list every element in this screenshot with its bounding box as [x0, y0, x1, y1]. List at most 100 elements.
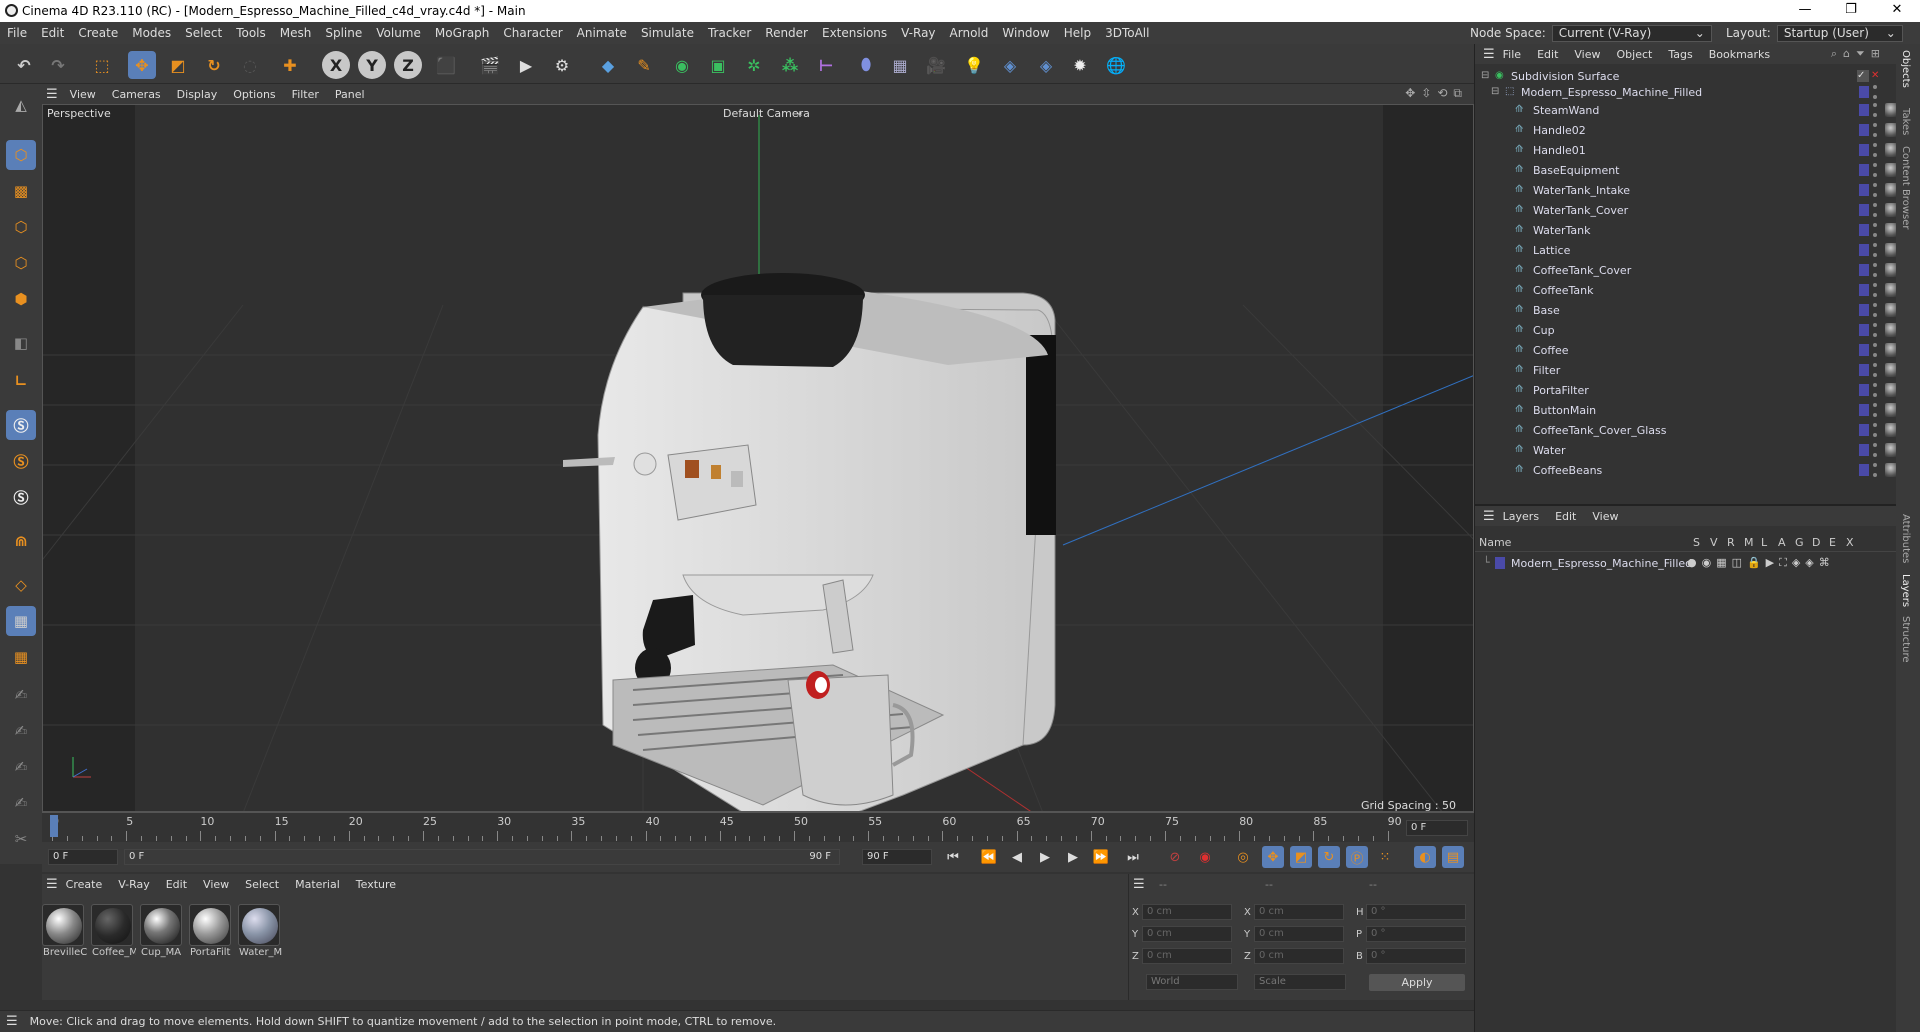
material-tag-icon[interactable]	[1885, 363, 1896, 377]
material-tag-icon[interactable]	[1885, 323, 1896, 337]
size-x-field[interactable]: 0 cm	[1254, 904, 1344, 920]
record-icon[interactable]: ⊘	[1164, 846, 1186, 868]
node-space-select[interactable]: Current (V-Ray) ⌄	[1551, 24, 1712, 42]
range-slider[interactable]: 0 F 90 F	[124, 849, 840, 865]
undo-icon[interactable]: ↶	[10, 51, 38, 79]
hamburger-menu-icon[interactable]: ☰	[1133, 877, 1145, 892]
polygon-mode-icon[interactable]: ⬢	[6, 284, 36, 314]
material-tag-icon[interactable]	[1885, 263, 1896, 277]
visibility-dots[interactable]	[1873, 463, 1877, 477]
material-menu-edit[interactable]: Edit	[158, 878, 195, 891]
material-swatch[interactable]	[140, 904, 182, 946]
x-axis-icon[interactable]: X	[322, 51, 350, 79]
material-tag-icon[interactable]	[1885, 123, 1896, 137]
rotation-p-field[interactable]: 0 °	[1366, 926, 1466, 942]
object-menu-edit[interactable]: Edit	[1529, 48, 1566, 61]
layer-color-swatch[interactable]	[1859, 204, 1869, 216]
autokey-icon[interactable]: ◉	[1194, 846, 1216, 868]
knife-icon[interactable]: ✂	[6, 824, 36, 854]
visibility-dots[interactable]	[1873, 103, 1877, 117]
menu-animate[interactable]: Animate	[570, 26, 634, 40]
menu-simulate[interactable]: Simulate	[634, 26, 701, 40]
cube-icon[interactable]: ◆	[594, 51, 622, 79]
position-y-field[interactable]: 0 cm	[1142, 926, 1232, 942]
object-row[interactable]: ⟰CoffeeTank_Cover⁘	[1475, 260, 1896, 280]
axis-mode-icon[interactable]: ∟	[6, 366, 36, 396]
next-frame-icon[interactable]: ▶	[1062, 846, 1084, 868]
layer-color-swatch[interactable]	[1859, 124, 1869, 136]
snap-icon[interactable]: Ⓢ	[6, 410, 36, 440]
visibility-dots[interactable]	[1873, 143, 1877, 157]
uv-mode-icon[interactable]: ◧	[6, 328, 36, 358]
object-row[interactable]: ⟰Handle01⁘	[1475, 140, 1896, 160]
go-to-start-icon[interactable]: ⏮	[942, 846, 964, 868]
coordinate-system-icon[interactable]: ⬛	[432, 51, 460, 79]
python-script-icon[interactable]: ◈	[1032, 51, 1060, 79]
object-row[interactable]: ⟰PortaFilter⁘	[1475, 380, 1896, 400]
material-menu-vray[interactable]: V-Ray	[110, 878, 158, 891]
object-row[interactable]: ⟰Filter⁘	[1475, 360, 1896, 380]
visibility-dots[interactable]	[1873, 303, 1877, 317]
layer-color-swatch[interactable]	[1859, 364, 1869, 376]
vray-globe-icon[interactable]: 🌐	[1102, 51, 1130, 79]
material-menu-texture[interactable]: Texture	[348, 878, 404, 891]
apply-button[interactable]: Apply	[1369, 974, 1465, 991]
material-menu-material[interactable]: Material	[287, 878, 348, 891]
collapse-icon[interactable]: ⊟	[1481, 70, 1493, 82]
visibility-dots[interactable]	[1873, 323, 1877, 337]
material-tag-icon[interactable]	[1885, 223, 1896, 237]
object-row[interactable]: ⟰SteamWand⁘	[1475, 100, 1896, 120]
material-swatch[interactable]	[189, 904, 231, 946]
menu-edit[interactable]: Edit	[34, 26, 71, 40]
collapse-icon[interactable]: ⊟	[1491, 86, 1503, 98]
extrude-icon[interactable]: ▣	[704, 51, 732, 79]
viewport-menu-options[interactable]: Options	[225, 88, 283, 101]
material-tag-icon[interactable]	[1885, 143, 1896, 157]
object-menu-file[interactable]: File	[1495, 48, 1529, 61]
pen-icon[interactable]: ✎	[630, 51, 658, 79]
field-icon[interactable]: ⬮	[852, 51, 880, 79]
viewport-menu-display[interactable]: Display	[169, 88, 226, 101]
material-menu-select[interactable]: Select	[237, 878, 287, 891]
object-row[interactable]: ⟰Cup⁘	[1475, 320, 1896, 340]
key-position-icon[interactable]: ✥	[1262, 846, 1284, 868]
viewport-menu-filter[interactable]: Filter	[284, 88, 327, 101]
material-tag-icon[interactable]	[1885, 183, 1896, 197]
layer-flag-icons[interactable]: ●◉▦◫🔒▶⛶◈◈⌘	[1687, 556, 1835, 570]
layer-color-swatch[interactable]	[1859, 184, 1869, 196]
visibility-dots[interactable]	[1873, 123, 1877, 137]
menu-vray[interactable]: V-Ray	[894, 26, 942, 40]
viewport-nav-icons[interactable]: ✥⇳⟲⧉	[1405, 86, 1468, 101]
menu-help[interactable]: Help	[1057, 26, 1098, 40]
visibility-dots[interactable]	[1873, 283, 1877, 297]
layer-color-swatch[interactable]	[1859, 464, 1869, 476]
visibility-dots[interactable]	[1873, 423, 1877, 437]
material-tag-icon[interactable]	[1885, 423, 1896, 437]
visibility-dots[interactable]	[1873, 363, 1877, 377]
material-tag-icon[interactable]	[1885, 303, 1896, 317]
go-to-end-icon[interactable]: ⏭	[1122, 846, 1144, 868]
layout-select[interactable]: Startup (User) ⌄	[1776, 24, 1903, 42]
material-tag-icon[interactable]	[1885, 443, 1896, 457]
render-view-icon[interactable]: 🎬	[476, 51, 504, 79]
visibility-dots[interactable]	[1873, 403, 1877, 417]
layer-color-swatch[interactable]	[1859, 164, 1869, 176]
material-tag-icon[interactable]	[1885, 243, 1896, 257]
menu-mograph[interactable]: MoGraph	[428, 26, 497, 40]
visibility-dots[interactable]	[1873, 223, 1877, 237]
subdivision-icon[interactable]: ◉	[668, 51, 696, 79]
layer-color-swatch[interactable]	[1859, 144, 1869, 156]
start-frame-field[interactable]: 0 F	[48, 849, 118, 865]
python-icon[interactable]: ◈	[996, 51, 1024, 79]
play-icon[interactable]: ▶	[1034, 846, 1056, 868]
layer-color-swatch[interactable]	[1859, 404, 1869, 416]
layer-color-swatch[interactable]	[1859, 224, 1869, 236]
hamburger-menu-icon[interactable]: ☰	[46, 877, 58, 892]
menu-mesh[interactable]: Mesh	[273, 26, 319, 40]
hamburger-menu-icon[interactable]: ☰	[1483, 47, 1495, 62]
floor-icon[interactable]: ▦	[886, 51, 914, 79]
fracture-icon[interactable]: ⁂	[776, 51, 804, 79]
world-select[interactable]: World	[1146, 974, 1238, 990]
key-rotation-icon[interactable]: ↻	[1318, 846, 1340, 868]
camera-icon[interactable]: 🎥	[922, 51, 950, 79]
